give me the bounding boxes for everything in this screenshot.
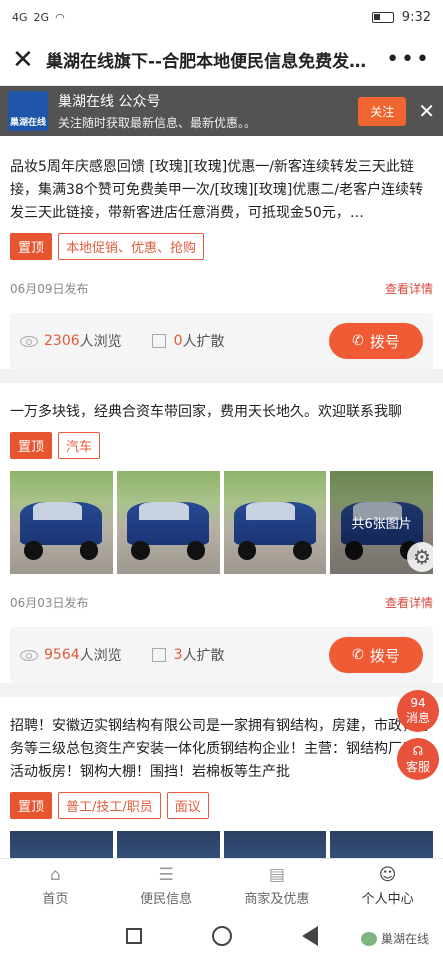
- close-icon[interactable]: ✕: [12, 45, 40, 75]
- clock: 9:32: [401, 9, 431, 25]
- post-date: 06月09日发布: [10, 282, 89, 296]
- tab-label: 便民信息: [140, 891, 193, 907]
- post-card[interactable]: 招聘！安徽迈实钢结构有限公司是一家拥有钢结构，房建，市政，劳务等三级总包资生产安…: [0, 697, 443, 858]
- building-photo[interactable]: [330, 831, 433, 858]
- more-icon[interactable]: •••: [378, 47, 431, 72]
- service-button[interactable]: ☊ 客服: [397, 738, 439, 780]
- watermark: 巢湖在线: [360, 930, 429, 947]
- account-desc: 关注随时获取最新信息、最新优惠。。: [58, 116, 257, 130]
- tab-label: 商家及优惠: [244, 891, 310, 907]
- title-bar: ✕ 巢湖在线旗下--合肥本地便民信息免费发… •••: [0, 34, 443, 86]
- home-nav-icon[interactable]: [211, 926, 232, 946]
- building-photo[interactable]: [10, 831, 113, 858]
- message-button[interactable]: 94 消息: [397, 690, 439, 732]
- eye-icon: [20, 335, 38, 347]
- post-text: 品妆5周年庆感恩回馈 [玫瑰][玫瑰]优惠一/新客连续转发三天此链接，集满38个…: [10, 159, 424, 221]
- recents-icon[interactable]: [125, 928, 142, 944]
- tab-label: 个人中心: [361, 891, 414, 907]
- account-logo: 巢湖在线: [8, 91, 48, 131]
- dial-button[interactable]: ✆ 拨号: [329, 637, 423, 673]
- post-text: 一万多块钱，经典合资车带回家，费用天长地久。欢迎联系我聊: [10, 404, 402, 420]
- salary-tag[interactable]: 面议: [166, 792, 209, 819]
- post-card[interactable]: 一万多块钱，经典合资车带回家，费用天长地久。欢迎联系我聊 置顶 汽车 共6张图片…: [0, 383, 443, 683]
- tab-home[interactable]: ⌂ 首页: [0, 859, 111, 912]
- tab-info[interactable]: ☰ 便民信息: [111, 859, 222, 912]
- view-detail-link[interactable]: 查看详情: [385, 280, 433, 297]
- view-label: 人浏览: [79, 648, 122, 664]
- post-date: 06月03日发布: [10, 596, 89, 610]
- home-icon: ⌂: [49, 864, 61, 885]
- message-badge: 94: [410, 695, 426, 710]
- follow-banner: 巢湖在线 巢湖在线 公众号 关注随时获取最新信息、最新优惠。。 关注 ✕: [0, 86, 443, 136]
- tab-shops[interactable]: ▤ 商家及优惠: [222, 859, 333, 912]
- category-tag[interactable]: 普工/技工/职员: [58, 792, 161, 819]
- share-icon: [151, 334, 166, 348]
- pinned-tag: 置顶: [10, 432, 53, 459]
- page-title: 巢湖在线旗下--合肥本地便民信息免费发…: [46, 52, 367, 72]
- tab-label: 首页: [42, 891, 69, 907]
- share-label: 人扩散: [182, 334, 225, 350]
- tab-bar: ⌂ 首页 ☰ 便民信息 ▤ 商家及优惠 ☺ 个人中心: [0, 858, 443, 912]
- car-photo[interactable]: [223, 471, 327, 574]
- building-photo[interactable]: [116, 831, 220, 858]
- dial-label: 拨号: [369, 646, 400, 665]
- post-text: 招聘！安徽迈实钢结构有限公司是一家拥有钢结构，房建，市政，劳务等三级总包资生产安…: [10, 718, 430, 780]
- settings-icon[interactable]: ⚙: [407, 542, 437, 572]
- follow-button[interactable]: 关注: [358, 96, 407, 126]
- wechat-icon: [360, 931, 377, 946]
- close-banner-icon[interactable]: ✕: [418, 99, 435, 123]
- back-icon[interactable]: [301, 926, 318, 946]
- watermark-text: 巢湖在线: [380, 932, 429, 946]
- post-card[interactable]: 品妆5周年庆感恩回馈 [玫瑰][玫瑰]优惠一/新客连续转发三天此链接，集满38个…: [0, 136, 443, 369]
- pinned-tag: 置顶: [10, 233, 53, 260]
- account-name: 巢湖在线 公众号: [58, 94, 161, 110]
- status-bar: 4G 2G ◠ 9:32: [0, 0, 443, 34]
- dial-button[interactable]: ✆ 拨号: [329, 323, 423, 359]
- store-icon: ▤: [268, 864, 285, 885]
- pinned-tag: 置顶: [10, 792, 53, 819]
- signal-icon: 4G: [12, 10, 28, 24]
- feed-list[interactable]: 品妆5周年庆感恩回馈 [玫瑰][玫瑰]优惠一/新客连续转发三天此链接，集满38个…: [0, 136, 443, 858]
- category-tag[interactable]: 本地促销、优惠、抢购: [58, 233, 205, 260]
- signal-icon-2: 2G: [33, 10, 50, 24]
- dial-label: 拨号: [369, 332, 400, 351]
- headset-icon: ☊: [412, 743, 424, 758]
- message-label: 消息: [405, 710, 430, 725]
- wifi-icon: ◠: [55, 10, 65, 24]
- view-detail-link[interactable]: 查看详情: [385, 594, 433, 611]
- car-photo[interactable]: [116, 471, 220, 574]
- service-label: 客服: [405, 759, 430, 774]
- view-label: 人浏览: [79, 334, 122, 350]
- building-photo[interactable]: [223, 831, 327, 858]
- phone-icon: ✆: [352, 647, 364, 663]
- category-tag[interactable]: 汽车: [58, 432, 101, 459]
- view-count: 9564: [44, 647, 80, 663]
- car-photo[interactable]: [10, 471, 113, 574]
- share-label: 人扩散: [182, 648, 225, 664]
- user-icon: ☺: [378, 864, 397, 885]
- view-count: 2306: [44, 333, 80, 349]
- list-icon: ☰: [158, 864, 174, 885]
- eye-icon: [20, 649, 38, 661]
- share-icon: [151, 648, 166, 662]
- battery-icon: [371, 11, 394, 23]
- phone-icon: ✆: [352, 333, 364, 349]
- tab-profile[interactable]: ☺ 个人中心: [332, 859, 443, 912]
- share-count: 3: [173, 647, 183, 663]
- share-count: 0: [173, 333, 183, 349]
